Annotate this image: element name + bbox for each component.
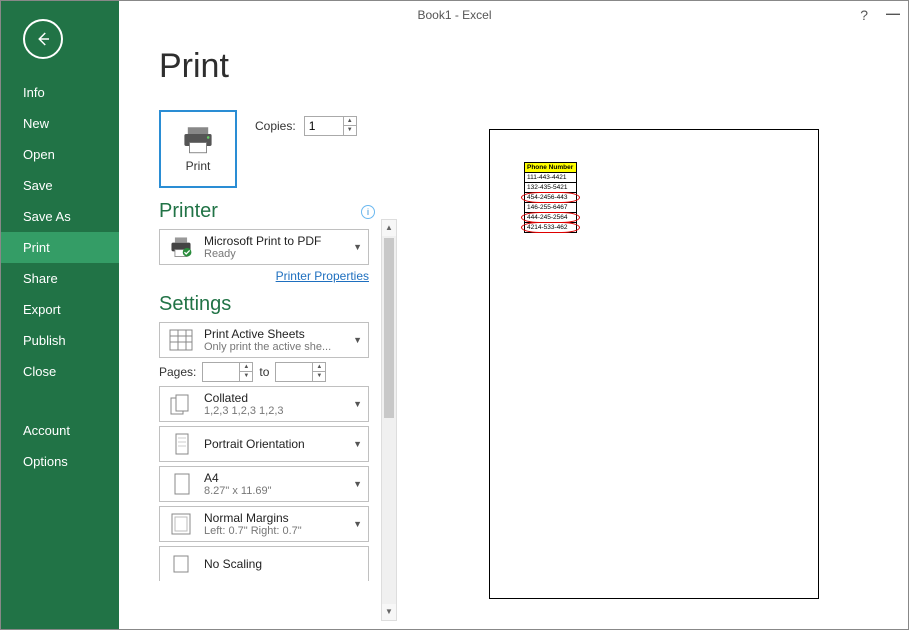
printer-device-icon [166, 234, 196, 260]
back-button[interactable] [23, 19, 63, 59]
settings-heading: Settings [159, 293, 231, 316]
main-area: Print Print Copies: ▲ ▼ [119, 29, 908, 629]
portrait-icon [166, 431, 196, 457]
scaling-select[interactable]: No Scaling [159, 546, 369, 581]
printer-name: Microsoft Print to PDF [204, 234, 345, 248]
page-icon [166, 471, 196, 497]
page-title: Print [159, 47, 399, 86]
copies-spinner[interactable]: ▲ ▼ [304, 116, 357, 136]
sidebar-item-share[interactable]: Share [1, 263, 119, 294]
table-cell: 146-255-6467 [525, 203, 577, 213]
pages-from[interactable]: ▲▼ [202, 362, 253, 382]
sheets-icon [166, 327, 196, 353]
sidebar-item-info[interactable]: Info [1, 77, 119, 108]
scroll-up[interactable]: ▲ [382, 220, 396, 236]
chevron-down-icon: ▼ [353, 242, 362, 252]
pages-to-label: to [259, 365, 269, 379]
sidebar-item-new[interactable]: New [1, 108, 119, 139]
margins-select[interactable]: Normal MarginsLeft: 0.7" Right: 0.7" ▼ [159, 506, 369, 542]
table-cell: 4214-533-462 [525, 223, 577, 233]
backstage-sidebar: InfoNewOpenSaveSave AsPrintShareExportPu… [1, 1, 119, 629]
copies-input[interactable] [304, 116, 344, 136]
scaling-icon [166, 551, 196, 577]
preview-column: Phone Number 111-443-4421132-435-5421454… [399, 29, 908, 629]
window-title: Book1 - Excel [417, 8, 491, 22]
table-cell: 132-435-5421 [525, 183, 577, 193]
printer-select[interactable]: Microsoft Print to PDF Ready ▼ [159, 229, 369, 265]
sidebar-item-open[interactable]: Open [1, 139, 119, 170]
arrow-left-icon [34, 30, 52, 48]
orientation-select[interactable]: Portrait Orientation ▼ [159, 426, 369, 462]
sidebar-item-close[interactable]: Close [1, 356, 119, 387]
print-button[interactable]: Print [159, 110, 237, 188]
print-what-select[interactable]: Print Active Sheets Only print the activ… [159, 322, 369, 358]
settings-column: Print Print Copies: ▲ ▼ [119, 29, 399, 629]
print-button-label: Print [186, 159, 211, 173]
table-cell: 444-245-2564 [525, 213, 577, 223]
printer-properties-link[interactable]: Printer Properties [159, 269, 369, 283]
table-cell: 454-2456-443 [525, 193, 577, 203]
scroll-down[interactable]: ▼ [382, 604, 396, 620]
copies-label: Copies: [255, 119, 296, 133]
printer-heading: Printer [159, 200, 218, 223]
preview-header: Phone Number [525, 163, 577, 173]
preview-page: Phone Number 111-443-4421132-435-5421454… [489, 129, 819, 599]
table-cell: 111-443-4421 [525, 173, 577, 183]
preview-table: Phone Number 111-443-4421132-435-5421454… [524, 162, 577, 233]
pages-label: Pages: [159, 365, 196, 379]
printer-icon [181, 125, 215, 155]
titlebar: Book1 - Excel ? — [1, 1, 908, 29]
scroll-thumb[interactable] [384, 238, 394, 418]
minimize-icon[interactable]: — [886, 5, 900, 21]
settings-scrollbar[interactable]: ▲ ▼ [381, 219, 397, 621]
pages-to[interactable]: ▲▼ [275, 362, 326, 382]
sidebar-item-account[interactable]: Account [1, 415, 119, 446]
copies-down[interactable]: ▼ [344, 126, 356, 135]
collate-select[interactable]: Collated1,2,3 1,2,3 1,2,3 ▼ [159, 386, 369, 422]
sidebar-item-save[interactable]: Save [1, 170, 119, 201]
sidebar-item-publish[interactable]: Publish [1, 325, 119, 356]
help-icon[interactable]: ? [860, 7, 868, 23]
sidebar-item-export[interactable]: Export [1, 294, 119, 325]
collate-icon [166, 391, 196, 417]
printer-info-icon[interactable]: i [361, 205, 375, 219]
sidebar-item-save-as[interactable]: Save As [1, 201, 119, 232]
printer-status: Ready [204, 248, 345, 260]
sidebar-item-print[interactable]: Print [1, 232, 119, 263]
paper-select[interactable]: A48.27" x 11.69" ▼ [159, 466, 369, 502]
sidebar-item-options[interactable]: Options [1, 446, 119, 477]
margins-icon [166, 511, 196, 537]
copies-up[interactable]: ▲ [344, 117, 356, 126]
